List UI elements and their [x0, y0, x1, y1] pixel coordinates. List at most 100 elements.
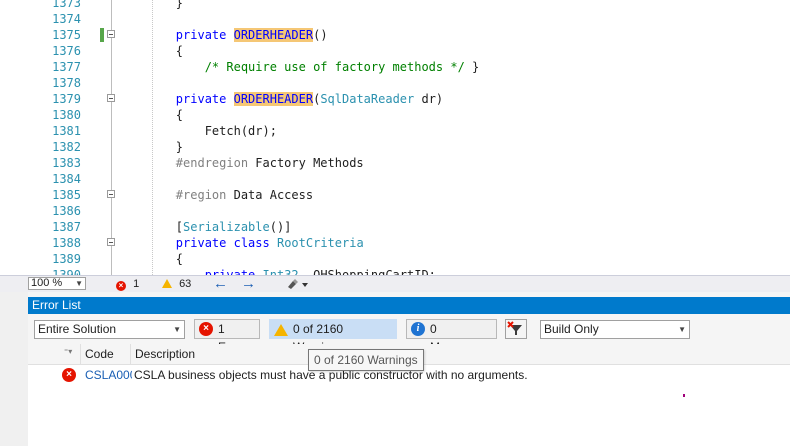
cursor-mark	[683, 394, 685, 397]
errors-filter-button[interactable]: × 1 Error	[194, 319, 260, 354]
error-list-toolbar: Entire Solution ▼ × 1 Error 0 of 2160 Wa…	[28, 314, 790, 354]
scope-dropdown[interactable]: Entire Solution ▼	[34, 320, 185, 339]
code-token: Int32	[262, 268, 299, 275]
code-line[interactable]: 1382 }	[0, 139, 790, 155]
collapse-icon[interactable]	[107, 30, 115, 38]
chevron-down-icon: ▼	[75, 279, 83, 288]
messages-filter-button[interactable]: i 0 Messages	[406, 319, 497, 354]
build-filter-dropdown[interactable]: Build Only ▼	[540, 320, 690, 339]
warnings-filter-button[interactable]: 0 of 2160 Warnings	[269, 319, 397, 354]
scope-value: Entire Solution	[38, 322, 117, 336]
code-line[interactable]: 1385 #region Data Access	[0, 187, 790, 203]
code-token: private	[175, 92, 227, 106]
code-text: }	[118, 0, 183, 11]
code-token: ()	[313, 28, 328, 42]
zoom-value: 100 %	[31, 277, 63, 289]
build-filter-value: Build Only	[544, 322, 599, 336]
error-count-indicator[interactable]: × 1	[116, 277, 139, 291]
code-text: [Serializable()]	[118, 219, 292, 235]
collapse-icon[interactable]	[107, 190, 115, 198]
code-text: {	[118, 251, 183, 267]
code-line[interactable]: 1389 {	[0, 251, 790, 267]
clear-filter-button[interactable]	[505, 319, 527, 339]
collapse-icon[interactable]	[107, 94, 115, 102]
code-line[interactable]: 1379 private ORDERHEADER(SqlDataReader d…	[0, 91, 790, 107]
code-line[interactable]: 1377 /* Require use of factory methods *…	[0, 59, 790, 75]
code-line[interactable]: 1376 {	[0, 43, 790, 59]
line-number: 1374	[52, 12, 81, 26]
change-indicator	[100, 28, 104, 42]
code-text: /* Require use of factory methods */ }	[118, 59, 480, 75]
code-text: private ORDERHEADER(SqlDataReader dr)	[118, 91, 443, 107]
code-text: #region Data Access	[118, 187, 313, 203]
brush-icon[interactable]	[287, 278, 309, 290]
code-token: {	[118, 44, 184, 58]
error-icon: ×	[62, 368, 76, 382]
line-number: 1381	[52, 124, 81, 138]
sort-icon[interactable]: ⁼▾	[64, 347, 72, 356]
code-token: _OHShoppingCartID;	[298, 268, 436, 275]
chevron-down-icon: ▼	[173, 325, 181, 334]
code-token: RootCriteria	[276, 236, 364, 250]
code-token: class	[233, 236, 270, 250]
code-text: private Int32 _OHShoppingCartID;	[118, 267, 436, 275]
code-line[interactable]: 1373 }	[0, 0, 790, 11]
error-icon: ×	[199, 322, 213, 336]
line-number: 1387	[52, 220, 81, 234]
code-text: private class RootCriteria	[118, 235, 364, 251]
zoom-select[interactable]: 100 % ▼	[28, 277, 86, 290]
code-line[interactable]: 1381 Fetch(dr);	[0, 123, 790, 139]
code-line[interactable]: 1383 #endregion Factory Methods	[0, 155, 790, 171]
code-token: }	[464, 60, 480, 74]
code-token: /* Require use of factory methods */	[204, 60, 465, 74]
warning-icon	[274, 323, 288, 341]
line-number: 1377	[52, 60, 81, 74]
collapse-icon[interactable]	[107, 238, 115, 246]
line-number: 1383	[52, 156, 81, 170]
code-line[interactable]: 1388 private class RootCriteria	[0, 235, 790, 251]
code-line[interactable]: 1380 {	[0, 107, 790, 123]
line-number: 1385	[52, 188, 81, 202]
line-number: 1390	[52, 268, 81, 275]
column-header-code[interactable]: Code	[80, 344, 131, 364]
code-text: private ORDERHEADER()	[118, 27, 328, 43]
column-header-description[interactable]: Description	[130, 344, 790, 364]
highlighted-token: ORDERHEADER	[233, 28, 314, 42]
code-token: private	[204, 268, 256, 275]
error-count: 1	[133, 278, 140, 290]
code-text: {	[118, 107, 183, 123]
panel-title[interactable]: Error List	[28, 297, 790, 314]
code-line[interactable]: 1374	[0, 11, 790, 27]
code-text: Fetch(dr);	[118, 123, 277, 139]
code-token: Factory Methods	[248, 156, 364, 170]
back-arrow-icon[interactable]: ←	[213, 275, 228, 292]
code-line[interactable]: 1375 private ORDERHEADER()	[0, 27, 790, 43]
code-token: private	[175, 28, 227, 42]
error-code[interactable]: CSLA0001	[85, 365, 132, 385]
warnings-tooltip: 0 of 2160 Warnings	[308, 349, 424, 371]
code-line[interactable]: 1387 [Serializable()]	[0, 219, 790, 235]
code-token: private	[175, 236, 227, 250]
line-number: 1388	[52, 236, 81, 250]
code-token: SqlDataReader	[320, 92, 415, 106]
warning-icon	[162, 279, 172, 288]
code-line[interactable]: 1378	[0, 75, 790, 91]
code-token: #endregion	[175, 156, 249, 170]
code-line[interactable]: 1390 private Int32 _OHShoppingCartID;	[0, 267, 790, 275]
code-line[interactable]: 1384	[0, 171, 790, 187]
warning-count-indicator[interactable]: 63	[162, 277, 191, 291]
info-icon: i	[411, 322, 425, 336]
code-line[interactable]: 1386	[0, 203, 790, 219]
forward-arrow-icon[interactable]: →	[241, 275, 256, 292]
code-editor[interactable]: 1373 } 1374 1375 private ORDERHEADER() 1376…	[0, 0, 790, 275]
line-number: 1376	[52, 44, 81, 58]
filter-clear-icon	[507, 321, 522, 335]
